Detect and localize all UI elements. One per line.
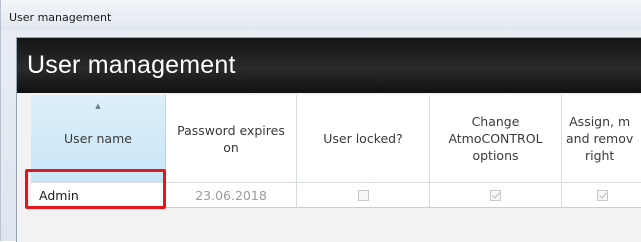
- page-title: User management: [27, 51, 236, 79]
- column-header-label: Password expires on: [177, 122, 285, 155]
- admin-row-highlight: [25, 169, 166, 209]
- user-management-window: User management User management ▲ User n…: [0, 0, 641, 242]
- column-header-change-options[interactable]: Change AtmoCONTROL options: [430, 95, 562, 183]
- table-cell-password-expires[interactable]: 23.06.2018: [166, 183, 297, 208]
- assign-rights-checkbox[interactable]: [597, 189, 608, 201]
- window-titlebar: User management: [1, 0, 641, 30]
- column-header-label: Change AtmoCONTROL options: [448, 114, 543, 163]
- column-header-label: User name: [64, 131, 132, 146]
- user-management-panel: User management ▲ User name Password exp…: [16, 37, 641, 242]
- user-locked-checkbox[interactable]: [357, 189, 369, 201]
- sort-ascending-icon: ▲: [95, 102, 101, 110]
- column-header-label: User locked?: [323, 131, 403, 146]
- column-header-password-expires[interactable]: Password expires on: [166, 95, 297, 183]
- table-cell-user-locked[interactable]: [297, 183, 430, 208]
- window-title: User management: [9, 11, 112, 24]
- column-header-assign-rights[interactable]: Assign, m and remov right: [562, 95, 641, 183]
- password-expires-value: 23.06.2018: [195, 187, 267, 203]
- table-cell-assign-rights[interactable]: [562, 183, 641, 208]
- change-options-checkbox[interactable]: [490, 189, 501, 201]
- table-cell-change-options[interactable]: [430, 183, 562, 208]
- panel-header: User management: [17, 38, 641, 93]
- grid-empty-area: [31, 208, 641, 242]
- column-header-label: Assign, m and remov right: [566, 114, 634, 163]
- column-header-user-locked[interactable]: User locked?: [297, 95, 430, 183]
